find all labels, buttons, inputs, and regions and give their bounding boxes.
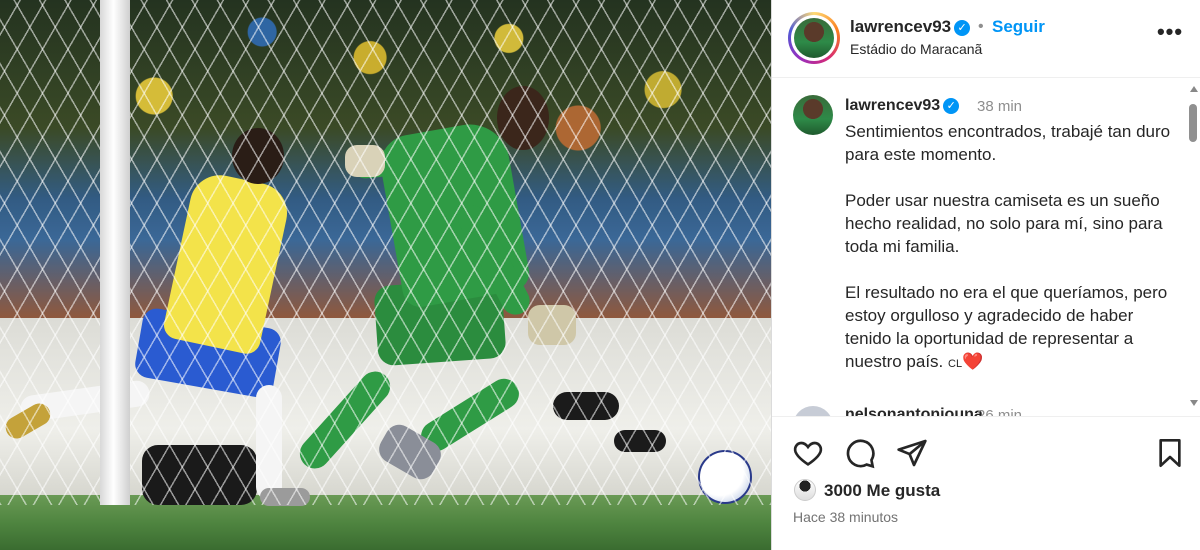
comments-section[interactable]: lawrencev93 ✓ 38 min Sentimientos encontr…: [772, 79, 1200, 416]
heart-emoji: ❤️: [962, 352, 984, 371]
bookmark-icon[interactable]: [1154, 437, 1186, 469]
caption-text-wrap: Sentimientos encontrados, trabajé tan du…: [845, 120, 1175, 376]
goal-post: [100, 0, 130, 505]
caption-text: Sentimientos encontrados, trabajé tan du…: [845, 122, 1171, 371]
share-icon[interactable]: [896, 437, 928, 469]
comment-icon[interactable]: [844, 437, 876, 469]
caption-glyph: CL: [948, 358, 963, 370]
scroll-down-arrow-icon[interactable]: [1190, 400, 1198, 406]
post-header: lawrencev93 ✓ • Seguir Estádio do Maracan…: [772, 0, 1200, 78]
liker-avatar[interactable]: [794, 479, 816, 501]
post-side-panel: lawrencev93 ✓ • Seguir Estádio do Maracan…: [771, 0, 1200, 550]
separator-dot: •: [978, 18, 984, 35]
header-username-wrap: lawrencev93 ✓: [850, 17, 971, 37]
comment-time: 26 min: [977, 407, 1023, 416]
location-link[interactable]: Estádio do Maracanã: [850, 41, 982, 57]
more-options-icon[interactable]: •••: [1155, 21, 1185, 48]
scroll-up-arrow-icon[interactable]: [1190, 86, 1198, 92]
post-time-ago: Hace 38 minutos: [793, 509, 899, 525]
verified-badge-icon: ✓: [954, 19, 971, 36]
avatar: [794, 18, 834, 58]
comment-username[interactable]: nelsonantoniouna: [845, 406, 983, 416]
comments-scrollbar[interactable]: [1187, 82, 1199, 412]
header-username[interactable]: lawrencev93: [850, 17, 951, 36]
avatar-frame: [791, 15, 837, 61]
likes-count[interactable]: 3000 Me gusta: [824, 481, 940, 501]
caption-username[interactable]: lawrencev93: [845, 97, 940, 114]
follow-button[interactable]: Seguir: [992, 17, 1045, 37]
scroll-thumb[interactable]: [1189, 104, 1197, 142]
caption-avatar[interactable]: [793, 95, 833, 135]
story-ring[interactable]: [788, 12, 840, 64]
action-bar: 3000 Me gusta Hace 38 minutos: [772, 416, 1200, 550]
post-photo[interactable]: [0, 0, 771, 550]
caption-time: 38 min: [977, 98, 1023, 115]
verified-badge-icon: ✓: [943, 97, 960, 114]
caption-username-wrap: lawrencev93 ✓: [845, 97, 960, 115]
comment-avatar[interactable]: [793, 406, 833, 416]
heart-icon[interactable]: [792, 437, 824, 469]
